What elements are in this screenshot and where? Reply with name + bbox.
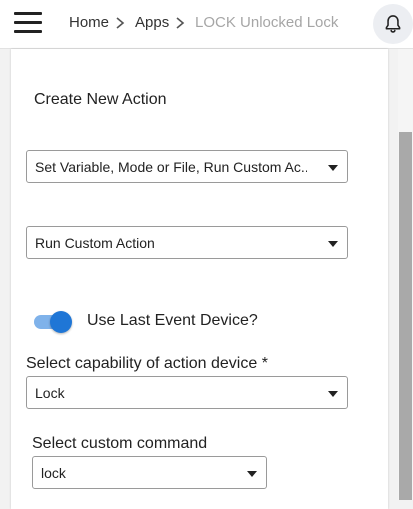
- dropdown-caret-icon: [328, 241, 338, 247]
- dropdown-caret-icon: [247, 471, 257, 477]
- capability-select[interactable]: Lock: [26, 376, 348, 409]
- use-last-event-label: Use Last Event Device?: [87, 312, 258, 329]
- custom-command-select[interactable]: lock: [32, 456, 267, 489]
- breadcrumb-home[interactable]: Home: [69, 14, 109, 32]
- toggle-knob: [50, 311, 72, 333]
- action-type-value: Set Variable, Mode or File, Run Custom A…: [35, 159, 307, 175]
- capability-value: Lock: [35, 385, 65, 401]
- dropdown-caret-icon: [328, 165, 338, 171]
- action-select[interactable]: Run Custom Action: [26, 226, 348, 259]
- breadcrumb-current: LOCK Unlocked Lock: [195, 14, 339, 31]
- card-title: Create New Action: [34, 91, 167, 108]
- scrollbar-thumb[interactable]: [399, 132, 412, 500]
- action-value: Run Custom Action: [35, 235, 155, 251]
- create-action-card: Create New Action Set Variable, Mode or …: [11, 49, 388, 509]
- chevron-right-icon: [176, 17, 185, 29]
- custom-command-label: Select custom command: [32, 435, 208, 452]
- custom-command-value: lock: [41, 465, 66, 481]
- notifications-button[interactable]: [373, 4, 413, 44]
- use-last-event-toggle[interactable]: [34, 311, 72, 333]
- action-type-select[interactable]: Set Variable, Mode or File, Run Custom A…: [26, 150, 348, 183]
- dropdown-caret-icon: [328, 391, 338, 397]
- chevron-right-icon: [116, 17, 125, 29]
- capability-label: Select capability of action device *: [26, 355, 268, 372]
- bell-icon: [385, 15, 401, 33]
- breadcrumb-apps[interactable]: Apps: [135, 14, 169, 32]
- menu-icon[interactable]: [14, 11, 42, 35]
- top-bar: Home Apps LOCK Unlocked Lock: [0, 0, 413, 49]
- scrollbar[interactable]: [398, 49, 413, 500]
